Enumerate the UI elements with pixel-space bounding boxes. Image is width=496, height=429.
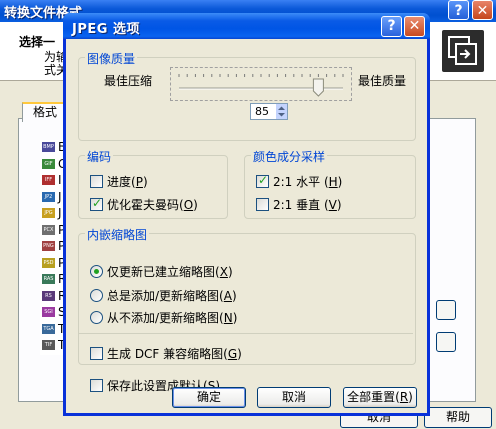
thumbnail-option-update-existing-text: 仅更新已建立缩略图 [107,265,216,279]
image-quality-legend: 图像质量 [85,50,138,67]
horizontal-label-text: 2:1 水平 [273,175,321,189]
horizontal-subsampling-label[interactable]: 2:1 水平 (H) [273,173,342,190]
tab-format[interactable]: 格式 [22,102,68,122]
ok-button[interactable]: 确定 [172,387,246,408]
dialog-title: JPEG 选项 [72,22,140,37]
thumbnail-separator [79,333,413,334]
format-iff-icon: IFF [42,175,55,185]
format-sgi-icon: SGI [42,307,55,317]
horizontal-subsampling-checkbox[interactable]: ✓ [256,173,269,188]
format-list-item-label[interactable]: I [58,173,62,187]
slider-thumb[interactable] [312,78,324,97]
thumbnail-option-never-radio[interactable] [90,311,103,324]
background-side-button-1[interactable] [436,300,456,320]
format-gif-icon: GIF [42,158,55,169]
spin-arrows-icon[interactable] [276,104,287,119]
thumbnail-option-update-existing-radio[interactable] [90,265,103,278]
quality-slider[interactable] [170,67,352,101]
vertical-subsampling-checkbox[interactable] [256,198,269,211]
cancel-button[interactable]: 取消 [257,387,331,408]
format-rs-icon: RS [42,290,55,301]
thumbnail-option-always-text: 总是添加/更新缩略图 [107,289,220,303]
dcf-hotkey: G [227,347,238,361]
jpeg-options-dialog: JPEG 选项 ? ✕ 图像质量 最佳压缩 最佳质量 85 编码 进度(P) ✓… [63,13,430,416]
progressive-checkbox[interactable] [90,175,103,188]
dialog-help-button[interactable]: ? [381,16,402,37]
format-tif-icon: TIF [42,340,55,350]
max-quality-label: 最佳质量 [358,74,407,88]
embedded-thumbnail-legend: 内嵌缩略图 [85,226,150,243]
thumbnail-option-never-text: 从不添加/更新缩略图 [107,311,220,325]
format-list-item-label[interactable]: J [58,206,62,220]
format-ras-icon: RAS [42,274,55,284]
thumbnail-option-always-label[interactable]: 总是添加/更新缩略图(A) [107,287,237,304]
progressive-label[interactable]: 进度(P) [107,173,148,190]
background-close-button[interactable]: ✕ [472,0,493,20]
background-help-button[interactable]: ? [448,0,469,20]
background-help-label: 帮助 [445,410,470,424]
vertical-hotkey: V [328,198,337,212]
vertical-subsampling-label[interactable]: 2:1 垂直 (V) [273,196,342,213]
color-subsampling-legend: 颜色成分采样 [251,148,328,165]
optimize-huffman-label[interactable]: 优化霍夫曼码(O) [107,196,198,213]
reset-hotkey: R [399,390,409,404]
thumbnail-option-update-existing-hotkey: X [219,265,228,279]
format-bmp-icon: BMP [42,142,55,152]
convert-logo-icon [442,30,484,72]
thumbnail-option-update-existing-label[interactable]: 仅更新已建立缩略图(X) [107,263,233,280]
reset-all-label: 全部重置 [347,390,396,404]
reset-all-button[interactable]: 全部重置(R) [343,387,417,408]
dialog-close-button[interactable]: ✕ [404,16,425,37]
optimize-huffman-checkbox[interactable]: ✓ [90,196,103,211]
background-side-button-2[interactable] [436,332,456,352]
format-psd-icon: PSD [42,257,55,268]
encoding-legend: 编码 [85,148,114,165]
progressive-label-text: 进度 [107,175,132,189]
quality-spinbox[interactable]: 85 [250,103,288,120]
progressive-hotkey: P [135,175,143,189]
thumbnail-option-always-radio[interactable] [90,289,103,302]
quality-slider-graphic [178,74,344,97]
format-png-icon: PNG [42,241,55,251]
optimize-hotkey: O [183,198,194,212]
format-pcx-icon: PCX [42,224,55,235]
vertical-label-text: 2:1 垂直 [273,198,321,212]
horizontal-hotkey: H [328,175,338,189]
save-as-default-checkbox[interactable] [90,379,103,392]
dialog-titlebar[interactable]: JPEG 选项 ? ✕ [63,13,430,39]
optimize-huffman-label-text: 优化霍夫曼码 [107,198,180,212]
dialog-body: 图像质量 最佳压缩 最佳质量 85 编码 进度(P) ✓ 优化霍夫曼码(O) 颜… [66,39,427,413]
radio-dot-icon [94,269,99,274]
background-help-bottom-button[interactable]: 帮助 [424,407,492,428]
format-list-item-label[interactable]: J [58,190,62,204]
dcf-thumbnail-checkbox[interactable] [90,347,103,360]
thumbnail-option-always-hotkey: A [223,289,232,303]
check-icon: ✓ [258,173,269,187]
min-compression-label: 最佳压缩 [104,74,153,88]
thumbnail-option-never-label[interactable]: 从不添加/更新缩略图(N) [107,309,237,326]
thumbnail-option-never-hotkey: N [223,311,233,325]
dcf-thumbnail-text: 生成 DCF 兼容缩略图 [107,347,224,361]
dcf-thumbnail-label[interactable]: 生成 DCF 兼容缩略图(G) [107,345,242,362]
format-jp2-icon: JP2 [42,191,55,202]
check-icon: ✓ [92,196,103,210]
format-tga-icon: TGA [42,323,55,334]
format-jpg-icon: JPG [42,208,55,218]
quality-value: 85 [255,105,269,118]
